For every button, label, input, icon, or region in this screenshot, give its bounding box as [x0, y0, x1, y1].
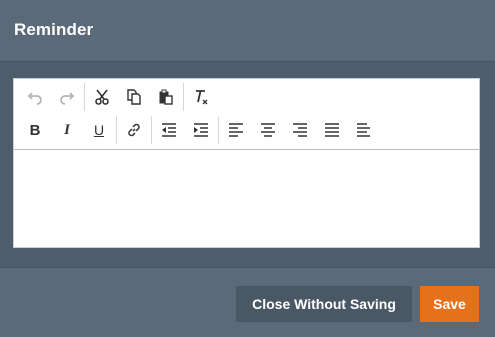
align-left-2-icon [357, 123, 370, 137]
align-center-icon [261, 123, 275, 137]
toolbar-row-2: B I U [18, 115, 381, 145]
redo-button[interactable] [51, 84, 83, 110]
link-icon [128, 123, 140, 137]
indent-button[interactable] [185, 117, 217, 143]
indent-group [152, 116, 219, 144]
dialog-header: Reminder [0, 0, 495, 62]
bold-button[interactable]: B [19, 117, 51, 143]
link-group [117, 116, 152, 144]
indent-icon [194, 123, 208, 137]
bold-icon: B [29, 121, 41, 139]
italic-icon: I [64, 121, 70, 138]
align-left-button[interactable] [220, 117, 252, 143]
outdent-button[interactable] [153, 117, 185, 143]
remove-format-button[interactable] [185, 84, 217, 110]
history-group [18, 83, 85, 111]
italic-button[interactable]: I [51, 117, 83, 143]
align-left-2-button[interactable] [348, 117, 380, 143]
underline-icon: U [93, 122, 105, 138]
clipboard-group [85, 83, 184, 111]
editor-content-area[interactable] [14, 150, 479, 247]
close-without-saving-button[interactable]: Close Without Saving [236, 286, 412, 322]
style-group: B I U [18, 116, 117, 144]
remove-format-icon [196, 90, 208, 105]
save-button[interactable]: Save [420, 286, 479, 322]
dialog-body: B I U [0, 62, 495, 267]
rich-text-editor: B I U [13, 78, 480, 248]
toolbar-row-1 [18, 82, 218, 112]
underline-button[interactable]: U [83, 117, 115, 143]
align-right-icon [293, 123, 307, 137]
outdent-icon [162, 123, 176, 137]
link-button[interactable] [118, 117, 150, 143]
dialog-footer: Close Without Saving Save [0, 267, 495, 337]
paste-button[interactable] [150, 84, 182, 110]
align-left-icon [229, 123, 243, 137]
cut-icon [95, 89, 109, 105]
align-center-button[interactable] [252, 117, 284, 143]
undo-icon [27, 92, 42, 105]
align-right-button[interactable] [284, 117, 316, 143]
copy-icon [127, 89, 141, 105]
align-group [219, 116, 381, 144]
cut-button[interactable] [86, 84, 118, 110]
paste-icon [159, 89, 173, 105]
redo-icon [60, 92, 75, 105]
editor-toolbar: B I U [14, 79, 479, 150]
undo-button[interactable] [19, 84, 51, 110]
reminder-dialog: Reminder B I U Close Without Saving Save [0, 0, 495, 337]
format-group [184, 83, 218, 111]
align-justify-button[interactable] [316, 117, 348, 143]
dialog-title: Reminder [14, 20, 94, 39]
align-justify-icon [325, 123, 339, 137]
copy-button[interactable] [118, 84, 150, 110]
